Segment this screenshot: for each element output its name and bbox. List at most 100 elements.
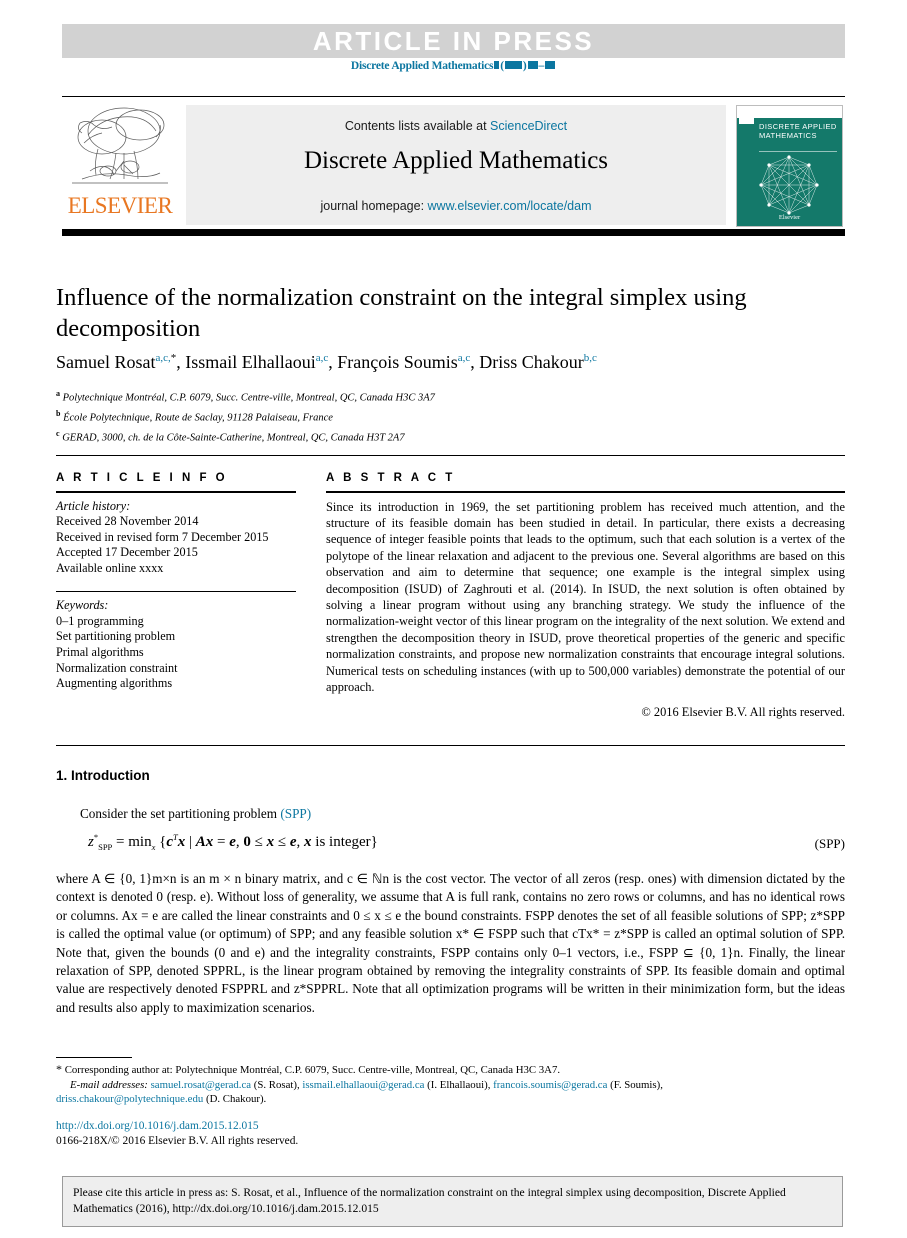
journal-masthead: ELSEVIER Contents lists available at Sci… xyxy=(62,96,845,244)
affiliation-text: Polytechnique Montréal, C.P. 6079, Succ.… xyxy=(62,392,435,404)
keywords-rule xyxy=(56,590,296,593)
email-owner: (I. Elhallaoui), xyxy=(427,1078,491,1091)
contents-line: Contents lists available at ScienceDirec… xyxy=(186,119,726,133)
history-item: Available online xxxx xyxy=(56,560,164,575)
author-name: Samuel Rosat xyxy=(56,352,156,372)
elsevier-logo: ELSEVIER xyxy=(62,105,180,225)
journal-reference-name: Discrete Applied Mathematics xyxy=(350,60,494,72)
author-affiliation-mark: a,c xyxy=(457,352,471,364)
affiliation-mark: b xyxy=(56,409,61,418)
author-name: Driss Chakour xyxy=(479,352,584,372)
footnote-rule xyxy=(56,1057,132,1058)
abstract-copyright: © 2016 Elsevier B.V. All rights reserved… xyxy=(641,705,845,720)
author-affiliation-mark: b,c xyxy=(583,352,597,364)
sciencedirect-panel: Contents lists available at ScienceDirec… xyxy=(186,105,726,225)
author-entry: Issmail Elhallaouia,c xyxy=(185,352,328,372)
history-item: Accepted 17 December 2015 xyxy=(56,545,198,560)
affiliation-list: a Polytechnique Montréal, C.P. 6079, Suc… xyxy=(56,386,756,446)
affiliation-mark: a xyxy=(56,389,60,398)
spp-link[interactable]: (SPP) xyxy=(280,806,311,821)
history-item: Received in revised form 7 December 2015 xyxy=(56,529,269,544)
author-affiliation-mark: a,c, xyxy=(155,352,171,364)
author-name: François Soumis xyxy=(337,352,458,372)
journal-reference-line: Discrete Applied Mathematics() – xyxy=(62,60,845,72)
email-label: E-mail addresses: xyxy=(70,1078,148,1091)
email-owner: (S. Rosat), xyxy=(253,1078,300,1091)
elsevier-tree-svg xyxy=(72,107,168,184)
article-in-press-label: ARTICLE IN PRESS xyxy=(312,26,595,56)
email-link[interactable]: issmail.elhallaoui@gerad.ca xyxy=(302,1079,424,1091)
doi-link[interactable]: http://dx.doi.org/10.1016/j.dam.2015.12.… xyxy=(56,1119,556,1134)
redacted-year-block xyxy=(504,61,522,69)
affiliation-item: a Polytechnique Montréal, C.P. 6079, Suc… xyxy=(56,386,756,406)
history-item: Received 28 November 2014 xyxy=(56,514,199,529)
article-history-label: Article history: xyxy=(56,498,131,513)
abstract-column: A B S T R A C T Since its introduction i… xyxy=(326,472,845,720)
keyword-item: Normalization constraint xyxy=(56,660,178,675)
elsevier-tree-icon xyxy=(68,105,172,191)
abstract-text: Since its introduction in 1969, the set … xyxy=(326,499,845,695)
email-note-continued: driss.chakour@polytechnique.edu (D. Chak… xyxy=(56,1092,845,1107)
author-entry: Samuel Rosata,c,* xyxy=(56,352,176,372)
footnote-block: * Corresponding author at: Polytechnique… xyxy=(56,1062,845,1107)
affiliation-item: c GERAD, 3000, ch. de la Côte-Sainte-Cat… xyxy=(56,426,756,446)
cite-text: Please cite this article in press as: S.… xyxy=(73,1186,786,1215)
keywords-block: Keywords: 0–1 programming Set partitioni… xyxy=(56,598,296,692)
author-entry: François Soumisa,c xyxy=(337,352,470,372)
keywords-label: Keywords: xyxy=(56,598,109,613)
author-affiliation-mark: a,c xyxy=(315,352,329,364)
masthead-bottom-rule xyxy=(62,229,845,236)
corresponding-author-text: Corresponding author at: Polytechnique M… xyxy=(64,1064,561,1076)
abstract-rule xyxy=(326,491,845,493)
redacted-volume-block xyxy=(494,61,500,69)
corresponding-author-note: * Corresponding author at: Polytechnique… xyxy=(56,1062,845,1078)
article-info-heading: A R T I C L E I N F O xyxy=(56,472,228,484)
cover-graph-diagram-icon xyxy=(759,155,819,215)
corresponding-author-star[interactable]: * xyxy=(171,352,177,364)
redacted-page-start-block xyxy=(527,61,538,69)
doi-block: http://dx.doi.org/10.1016/j.dam.2015.12.… xyxy=(56,1119,556,1149)
author-list: Samuel Rosata,c,*, Issmail Elhallaouia,c… xyxy=(56,352,597,372)
affiliation-item: b École Polytechnique, Route de Saclay, … xyxy=(56,406,756,426)
keyword-item: Primal algorithms xyxy=(56,644,144,659)
article-in-press-band: ARTICLE IN PRESS xyxy=(62,24,845,58)
email-owner: (D. Chakour). xyxy=(205,1093,267,1106)
paper-page: ARTICLE IN PRESS Discrete Applied Mathem… xyxy=(0,0,907,1238)
equation-tag: (SPP) xyxy=(814,836,845,851)
intro-lead-line: Consider the set partitioning problem (S… xyxy=(80,806,860,822)
email-owner: (F. Soumis), xyxy=(610,1078,663,1091)
keyword-item: Augmenting algorithms xyxy=(56,676,173,691)
elsevier-wordmark: ELSEVIER xyxy=(67,193,173,218)
section-number: 1. xyxy=(56,768,68,783)
sciencedirect-link[interactable]: ScienceDirect xyxy=(490,119,567,133)
cover-elsevier-mark-icon xyxy=(739,108,754,124)
keyword-item: Set partitioning problem xyxy=(56,629,176,644)
intro-lead-text: Consider the set partitioning problem xyxy=(80,806,278,821)
email-link[interactable]: francois.soumis@gerad.ca xyxy=(493,1079,607,1091)
keyword-item: 0–1 programming xyxy=(56,613,144,628)
equation-body: z*SPP = minx {cTx | Ax = e, 0 ≤ x ≤ e, x… xyxy=(88,832,378,852)
cite-this-article-box: Please cite this article in press as: S.… xyxy=(62,1176,843,1227)
email-link[interactable]: driss.chakour@polytechnique.edu xyxy=(56,1093,203,1105)
article-info-column: A R T I C L E I N F O Article history: R… xyxy=(56,472,296,692)
journal-homepage-line: journal homepage: www.elsevier.com/locat… xyxy=(186,199,726,213)
page-title: Influence of the normalization constrain… xyxy=(56,284,747,342)
redacted-page-end-block xyxy=(545,61,556,69)
article-info-rule xyxy=(56,491,296,493)
email-link[interactable]: samuel.rosat@gerad.ca xyxy=(151,1079,251,1091)
info-section-bottom-rule xyxy=(56,745,845,746)
intro-paragraph: where A ∈ {0, 1}m×n is an m × n binary m… xyxy=(56,871,845,1015)
cover-publisher-label: Elsevier xyxy=(778,214,801,221)
journal-homepage-link[interactable]: www.elsevier.com/locate/dam xyxy=(428,199,592,213)
article-history-block: Article history: Received 28 November 20… xyxy=(56,499,296,577)
asterisk-icon: * xyxy=(56,1062,62,1076)
affiliation-text: GERAD, 3000, ch. de la Côte-Sainte-Cathe… xyxy=(62,432,405,444)
cover-journal-title: DISCRETE APPLIED MATHEMATICS xyxy=(759,122,837,140)
info-section-top-rule xyxy=(56,455,845,456)
journal-title: Discrete Applied Mathematics xyxy=(303,147,609,174)
homepage-label: journal homepage: xyxy=(320,199,425,213)
journal-cover-thumbnail: DISCRETE APPLIED MATHEMATICS Elsevier xyxy=(736,105,843,227)
author-name: Issmail Elhallaoui xyxy=(185,352,316,372)
email-note: E-mail addresses: samuel.rosat@gerad.ca … xyxy=(56,1078,845,1093)
issn-copyright: 0166-218X/© 2016 Elsevier B.V. All right… xyxy=(56,1135,299,1147)
